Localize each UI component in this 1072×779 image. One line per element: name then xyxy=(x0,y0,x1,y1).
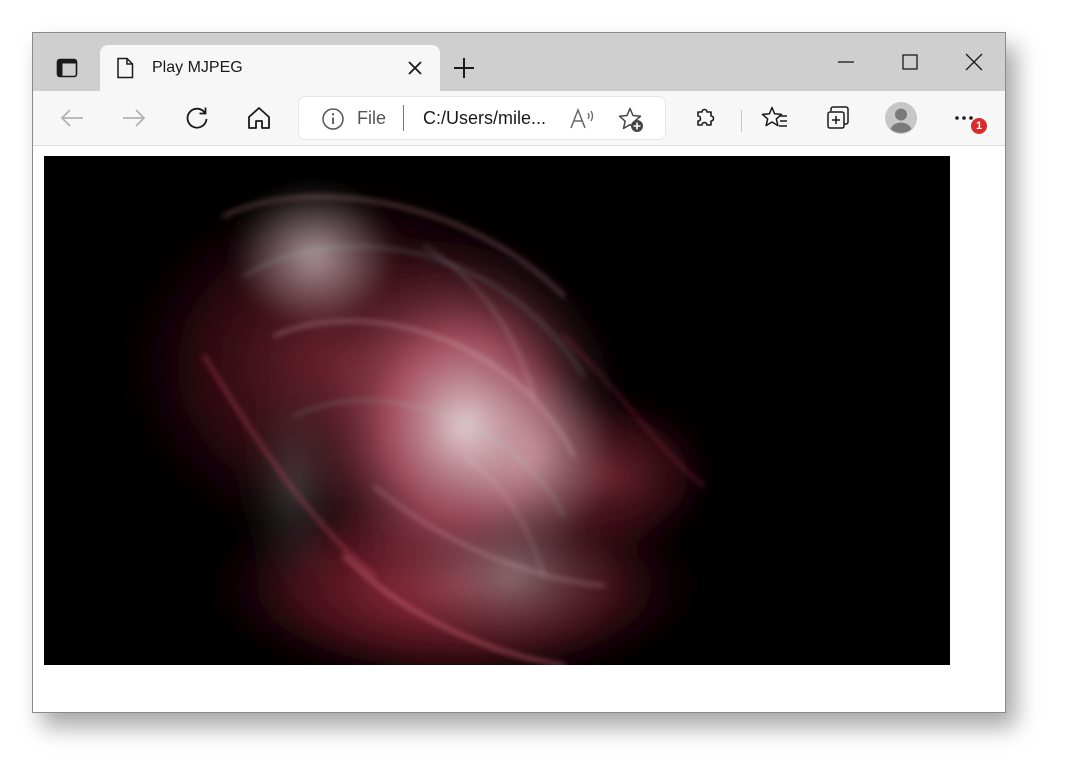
collections-icon xyxy=(827,106,849,129)
mjpeg-video-frame[interactable] xyxy=(44,156,950,665)
extensions-button[interactable] xyxy=(691,103,721,133)
toolbar: File C:/Users/mile... xyxy=(33,91,1005,146)
tab-close-button[interactable] xyxy=(406,59,424,77)
maximize-button[interactable] xyxy=(899,51,921,73)
home-icon xyxy=(248,107,270,129)
star-plus-icon xyxy=(618,107,643,132)
tab-actions-icon xyxy=(56,58,78,78)
refresh-button[interactable] xyxy=(182,103,212,133)
close-icon xyxy=(408,61,422,75)
tab-title: Play MJPEG xyxy=(152,59,243,76)
tab-active[interactable]: Play MJPEG xyxy=(100,45,440,91)
new-tab-button[interactable] xyxy=(451,55,477,81)
tab-strip: Play MJPEG xyxy=(33,33,1005,91)
minimize-icon xyxy=(838,61,854,63)
address-scheme-label: File xyxy=(357,108,387,128)
address-separator xyxy=(403,105,404,131)
close-window-button[interactable] xyxy=(963,51,985,73)
back-button[interactable] xyxy=(57,103,87,133)
favorites-button[interactable] xyxy=(760,103,790,133)
avatar-icon xyxy=(885,102,917,134)
read-aloud-button[interactable] xyxy=(569,107,597,131)
maximize-icon xyxy=(902,54,918,70)
site-info-button[interactable] xyxy=(321,107,345,131)
address-url[interactable]: C:/Users/mile... xyxy=(423,108,546,129)
add-favorite-button[interactable] xyxy=(617,106,645,134)
browser-window: Play MJPEG File C:/Users/mile... 1 xyxy=(32,32,1006,713)
light-painting-portrait-image xyxy=(44,156,950,665)
notification-badge: 1 xyxy=(971,118,987,134)
back-arrow-icon xyxy=(60,109,83,127)
plus-icon xyxy=(454,58,474,78)
toolbar-separator xyxy=(741,110,742,132)
page-icon xyxy=(116,57,134,79)
profile-button[interactable] xyxy=(885,102,917,134)
forward-arrow-icon xyxy=(123,109,146,127)
read-aloud-icon xyxy=(570,107,594,129)
info-icon xyxy=(322,108,344,130)
close-icon xyxy=(965,53,983,71)
tab-actions-button[interactable] xyxy=(49,53,85,83)
home-button[interactable] xyxy=(244,103,274,133)
forward-button[interactable] xyxy=(119,103,149,133)
page-content xyxy=(33,146,1005,712)
refresh-icon xyxy=(186,107,208,129)
puzzle-icon xyxy=(697,108,715,126)
collections-button[interactable] xyxy=(823,103,853,133)
address-bar[interactable]: File C:/Users/mile... xyxy=(299,97,665,139)
favorites-icon xyxy=(761,106,787,127)
minimize-button[interactable] xyxy=(835,51,857,73)
